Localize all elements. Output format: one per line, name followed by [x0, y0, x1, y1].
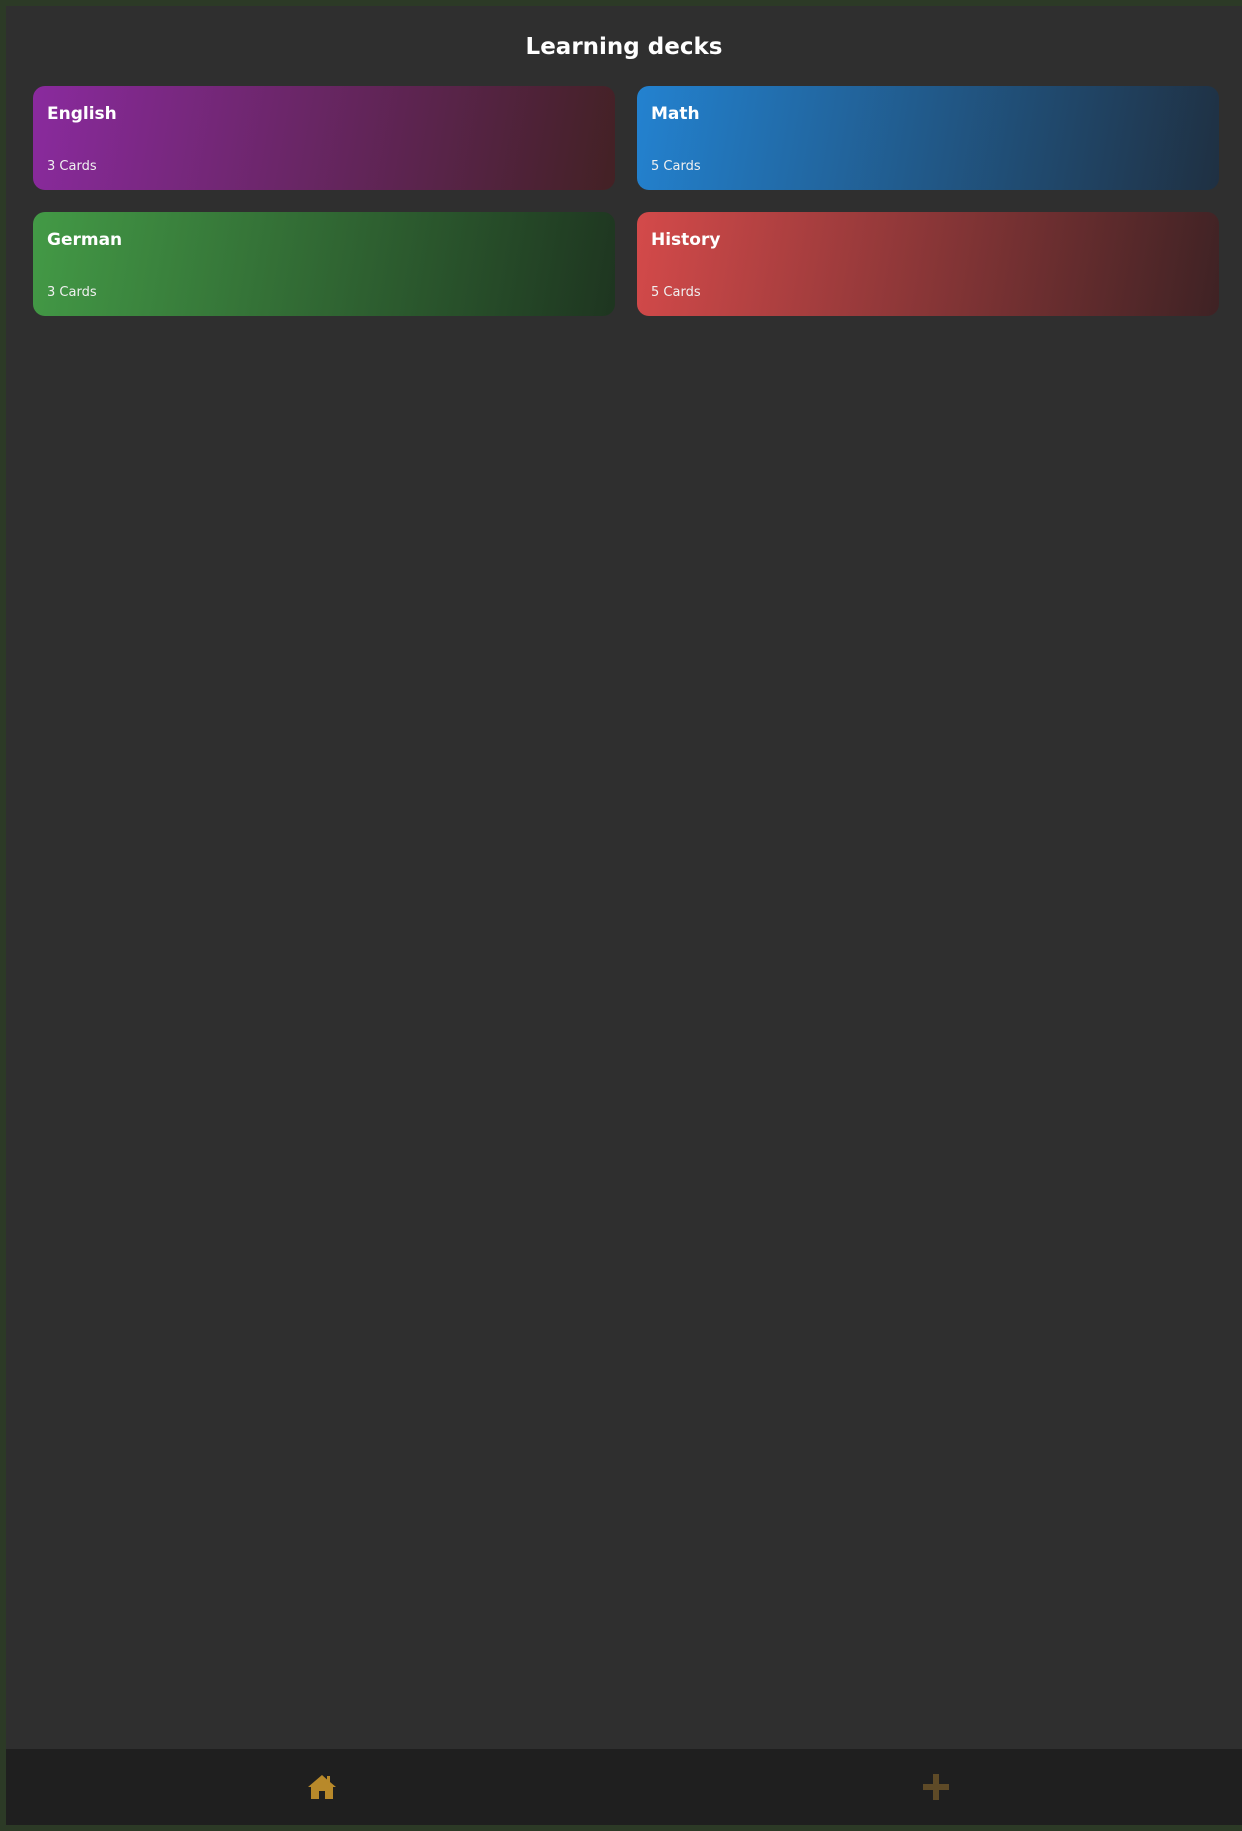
deck-grid: English 3 Cards Math 5 Cards German 3 Ca…	[33, 86, 1219, 316]
page-title: Learning decks	[525, 34, 723, 60]
deck-title: Math	[651, 104, 700, 124]
deck-card-english[interactable]: English 3 Cards	[33, 86, 615, 190]
plus-icon	[923, 1774, 949, 1800]
deck-title: History	[651, 230, 721, 250]
add-deck-button[interactable]	[896, 1749, 976, 1825]
deck-title: German	[47, 230, 123, 250]
home-icon	[308, 1775, 336, 1799]
deck-card-count: 5 Cards	[651, 159, 701, 174]
deck-card-count: 5 Cards	[651, 285, 701, 300]
bottom-navigation	[6, 1749, 1242, 1825]
app-window: Learning decks English 3 Cards Math 5 Ca…	[6, 6, 1242, 1825]
deck-card-german[interactable]: German 3 Cards	[33, 212, 615, 316]
deck-card-count: 3 Cards	[47, 159, 97, 174]
home-button[interactable]	[282, 1749, 362, 1825]
deck-card-count: 3 Cards	[47, 285, 97, 300]
deck-card-history[interactable]: History 5 Cards	[637, 212, 1219, 316]
deck-card-math[interactable]: Math 5 Cards	[637, 86, 1219, 190]
deck-title: English	[47, 104, 117, 124]
